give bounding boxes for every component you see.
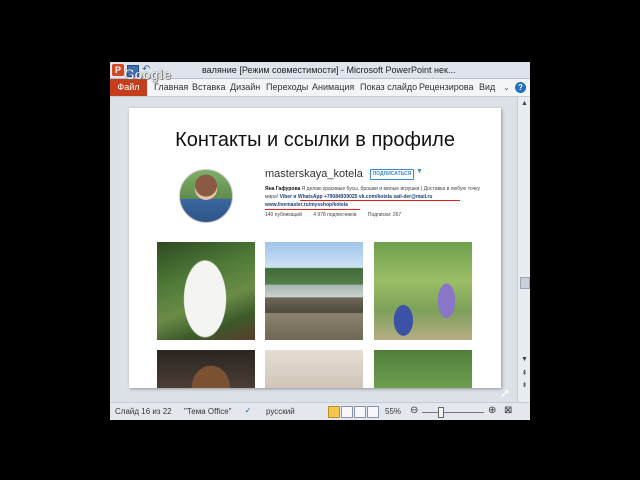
status-bar: Слайд 16 из 22 "Тема Office" ✓ русский 5… <box>110 402 530 420</box>
tab-design[interactable]: Дизайн <box>228 79 262 96</box>
profile-bio: Яна Гафурова Я делаю красивые бусы, брош… <box>265 185 481 209</box>
scroll-thumb[interactable] <box>520 277 530 289</box>
slide-title[interactable]: Контакты и ссылки в профиле <box>129 129 501 152</box>
posts-count: 140 публикаций <box>265 212 302 218</box>
zoom-in-icon[interactable]: ⊕ <box>488 405 496 416</box>
theme-name[interactable]: "Тема Office" <box>184 407 232 416</box>
following-count: Подписки: 267 <box>367 212 402 218</box>
scroll-up-icon[interactable]: ▲ <box>519 99 530 109</box>
photo-woman-portrait <box>157 350 255 388</box>
photo-bunny-toy <box>157 242 255 340</box>
mouse-cursor-icon: ➚ <box>500 386 511 400</box>
tab-transitions[interactable]: Переходы <box>264 79 310 96</box>
followers-count: 4 978 подписчиков <box>313 212 357 218</box>
tab-view[interactable]: Вид <box>477 79 497 96</box>
language[interactable]: русский <box>266 407 295 416</box>
bio-name: Яна Гафурова <box>265 186 301 192</box>
google-badge: Google <box>124 68 172 83</box>
powerpoint-icon[interactable]: P <box>112 64 124 76</box>
slide-workspace: Контакты и ссылки в профиле masterskaya_… <box>110 97 517 402</box>
slide-sorter-button[interactable] <box>341 406 353 418</box>
slideshow-button[interactable] <box>367 406 379 418</box>
photo-lake-cows <box>265 242 363 340</box>
title-bar: P ↶ Google валяние [Режим совместимости]… <box>110 62 530 83</box>
window-title: валяние [Режим совместимости] - Microsof… <box>202 65 456 75</box>
reading-view-button[interactable] <box>354 406 366 418</box>
prev-slide-icon[interactable]: ⇞ <box>519 369 530 379</box>
tab-animation[interactable]: Анимация <box>310 79 356 96</box>
follow-button: ПОДПИСАТЬСЯ <box>370 169 414 180</box>
bio-url: www.livemaster.ru/mysshop/kotela <box>265 202 348 208</box>
scroll-down-icon[interactable]: ▼ <box>519 355 530 365</box>
photo-light-interior <box>265 350 363 388</box>
photo-green-garden <box>374 350 472 388</box>
slide-counter: Слайд 16 из 22 <box>115 407 172 416</box>
profile-stats: 140 публикаций 4 978 подписчиков Подписк… <box>265 212 481 218</box>
zoom-slider[interactable] <box>422 412 484 413</box>
chevron-up-icon[interactable]: ⌄ <box>501 82 512 93</box>
help-icon[interactable]: ? <box>515 82 526 93</box>
tab-review[interactable]: Рецензирова <box>417 79 476 96</box>
red-underline <box>265 209 360 210</box>
normal-view-button[interactable] <box>328 406 340 418</box>
vertical-scrollbar[interactable]: ▲ ▼ ⇞ ⇟ <box>517 97 530 402</box>
caret-down-icon: ▼ <box>416 168 423 175</box>
zoom-level[interactable]: 55% <box>385 407 401 416</box>
photo-girls-garden <box>374 242 472 340</box>
instagram-profile: masterskaya_kotela ПОДПИСАТЬСЯ ▼ Яна Гаф… <box>150 165 486 227</box>
slide[interactable]: Контакты и ссылки в профиле masterskaya_… <box>129 108 501 388</box>
tab-slideshow[interactable]: Показ слайдо <box>358 79 419 96</box>
zoom-out-icon[interactable]: ⊖ <box>410 405 418 416</box>
fit-slide-icon[interactable]: ⊠ <box>504 405 512 416</box>
ribbon-tabs: Файл Главная Вставка Дизайн Переходы Ани… <box>110 79 530 97</box>
red-underline <box>300 200 460 201</box>
tab-insert[interactable]: Вставка <box>190 79 227 96</box>
profile-username: masterskaya_kotela <box>265 168 363 180</box>
next-slide-icon[interactable]: ⇟ <box>519 381 530 391</box>
spellcheck-icon[interactable]: ✓ <box>243 406 253 416</box>
powerpoint-window: P ↶ Google валяние [Режим совместимости]… <box>110 62 530 420</box>
avatar <box>179 169 233 223</box>
zoom-slider-thumb[interactable] <box>437 407 444 418</box>
